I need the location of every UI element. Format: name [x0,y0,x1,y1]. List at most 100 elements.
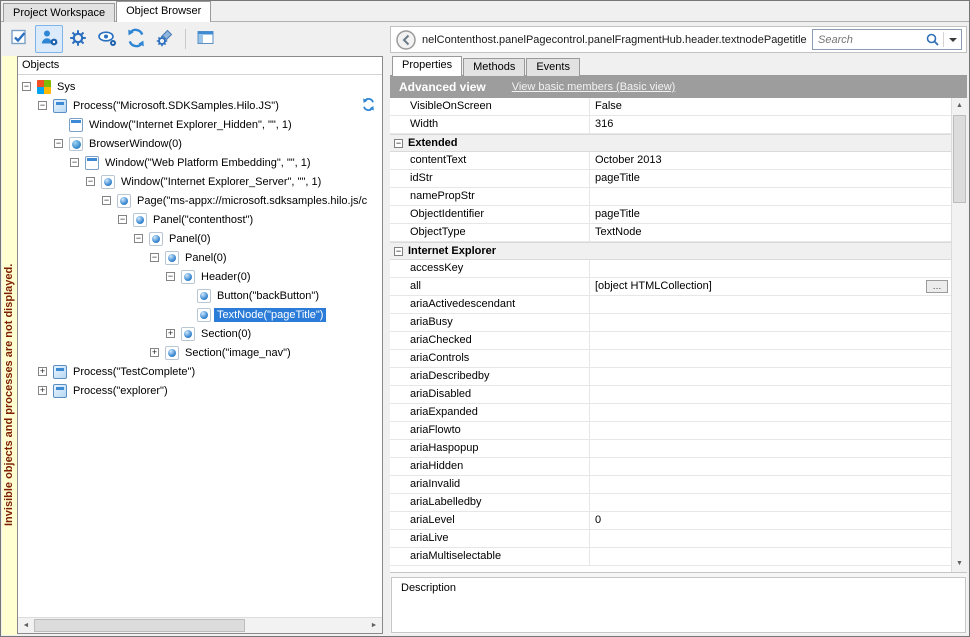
expander-icon[interactable]: − [38,101,47,110]
customize-tools-button[interactable] [151,25,179,53]
tree-node[interactable]: TextNode("pageTitle") [18,305,382,324]
property-value[interactable] [590,188,951,205]
expander-icon[interactable]: − [134,234,143,243]
property-value[interactable]: 316 [590,116,951,133]
scroll-right-arrow-icon[interactable]: ► [366,618,382,633]
tree-node[interactable]: − Panel("contenthost") [18,210,382,229]
property-value[interactable] [590,350,951,367]
highlight-on-screen-button[interactable] [6,25,34,53]
property-row[interactable]: ariaInvalid [390,476,951,494]
tree-node[interactable]: − BrowserWindow(0) [18,134,382,153]
property-value[interactable] [590,386,951,403]
tree-node-label[interactable]: Section("image_nav") [182,346,294,360]
property-row[interactable]: ariaLive [390,530,951,548]
property-value[interactable] [590,422,951,439]
property-row[interactable]: Width 316 [390,116,951,134]
property-row[interactable]: all [object HTMLCollection]… [390,278,951,296]
tree-node-label[interactable]: Panel(0) [166,232,214,246]
grid-vertical-scrollbar[interactable]: ▲ ▼ [951,98,967,572]
property-value[interactable] [590,440,951,457]
tree-node[interactable]: − Page("ms-appx://microsoft.sdksamples.h… [18,191,382,210]
tree-node-label[interactable]: BrowserWindow(0) [86,137,185,151]
tree-node-label[interactable]: Button("backButton") [214,289,322,303]
expander-icon[interactable]: − [166,272,175,281]
property-row[interactable]: ariaFlowto [390,422,951,440]
search-box[interactable] [812,29,962,50]
tab-project-workspace[interactable]: Project Workspace [3,3,115,22]
property-row[interactable]: ObjectType TextNode [390,224,951,242]
tree-node[interactable]: Button("backButton") [18,286,382,305]
property-row[interactable]: ariaActivedescendant [390,296,951,314]
property-group-row[interactable]: − Internet Explorer [390,242,951,260]
search-dropdown-icon[interactable] [949,38,957,42]
tree-node-label[interactable]: Sys [54,80,78,94]
property-row[interactable]: ariaChecked [390,332,951,350]
property-row[interactable]: contentText October 2013 [390,152,951,170]
refresh-button[interactable] [122,25,150,53]
expander-icon[interactable]: − [54,139,63,148]
panels-button[interactable] [192,25,220,53]
property-row[interactable]: ariaLevel 0 [390,512,951,530]
property-group-row[interactable]: − Extended [390,134,951,152]
expander-icon[interactable]: + [150,348,159,357]
collapse-icon[interactable]: − [394,247,403,256]
tree-node[interactable]: Window("Internet Explorer_Hidden", "", 1… [18,115,382,134]
property-row[interactable]: ariaExpanded [390,404,951,422]
tree-node[interactable]: − Window("Web Platform Embedding", "", 1… [18,153,382,172]
sync-icon[interactable] [361,97,377,113]
collapse-icon[interactable]: − [394,139,403,148]
scroll-left-arrow-icon[interactable]: ◄ [18,618,34,633]
options-button[interactable] [64,25,92,53]
tree-node-label[interactable]: Window("Web Platform Embedding", "", 1) [102,156,314,170]
tab-properties[interactable]: Properties [392,56,462,76]
property-row[interactable]: ariaLabelledby [390,494,951,512]
property-row[interactable]: ariaHaspopup [390,440,951,458]
expander-icon[interactable]: − [86,177,95,186]
property-row[interactable]: VisibleOnScreen False [390,98,951,116]
property-value[interactable]: October 2013 [590,152,951,169]
tree-node-label[interactable]: Panel(0) [182,251,230,265]
expander-icon[interactable]: − [102,196,111,205]
tab-object-browser[interactable]: Object Browser [116,1,211,22]
property-row[interactable]: namePropStr [390,188,951,206]
ellipsis-button[interactable]: … [926,280,948,293]
property-value[interactable]: 0 [590,512,951,529]
tab-events[interactable]: Events [526,58,580,76]
scroll-down-arrow-icon[interactable]: ▼ [952,556,967,572]
expander-icon[interactable]: + [38,386,47,395]
expander-icon[interactable]: − [150,253,159,262]
expander-icon[interactable]: − [118,215,127,224]
property-row[interactable]: ariaControls [390,350,951,368]
property-value[interactable] [590,530,951,547]
tab-methods[interactable]: Methods [463,58,525,76]
tree-node[interactable]: + Section("image_nav") [18,343,382,362]
tree-node[interactable]: − Panel(0) [18,248,382,267]
property-value[interactable] [590,260,951,277]
property-row[interactable]: idStr pageTitle [390,170,951,188]
tree-node-label[interactable]: Panel("contenthost") [150,213,256,227]
expander-icon[interactable]: − [22,82,31,91]
tree-node[interactable]: − Header(0) [18,267,382,286]
object-spy-button[interactable] [35,25,63,53]
property-row[interactable]: accessKey [390,260,951,278]
property-value[interactable]: pageTitle [590,170,951,187]
tree-hscroll-thumb[interactable] [34,619,245,632]
expander-icon[interactable]: − [70,158,79,167]
property-value[interactable] [590,368,951,385]
property-value[interactable]: TextNode [590,224,951,241]
property-row[interactable]: ariaDescribedby [390,368,951,386]
property-value[interactable] [590,476,951,493]
property-row[interactable]: ariaMultiselectable [390,548,951,566]
basic-view-link[interactable]: View basic members (Basic view) [512,81,676,93]
property-value[interactable] [590,296,951,313]
tree-horizontal-scrollbar[interactable]: ◄ ► [18,617,382,633]
property-row[interactable]: ariaHidden [390,458,951,476]
property-value[interactable] [590,332,951,349]
search-input[interactable] [818,34,925,46]
scroll-up-arrow-icon[interactable]: ▲ [952,98,967,114]
property-value[interactable] [590,494,951,511]
property-value[interactable] [590,458,951,475]
property-row[interactable]: ObjectIdentifier pageTitle [390,206,951,224]
tree-node[interactable]: + Process("explorer") [18,381,382,400]
tree-node[interactable]: − Process("Microsoft.SDKSamples.Hilo.JS"… [18,96,382,115]
